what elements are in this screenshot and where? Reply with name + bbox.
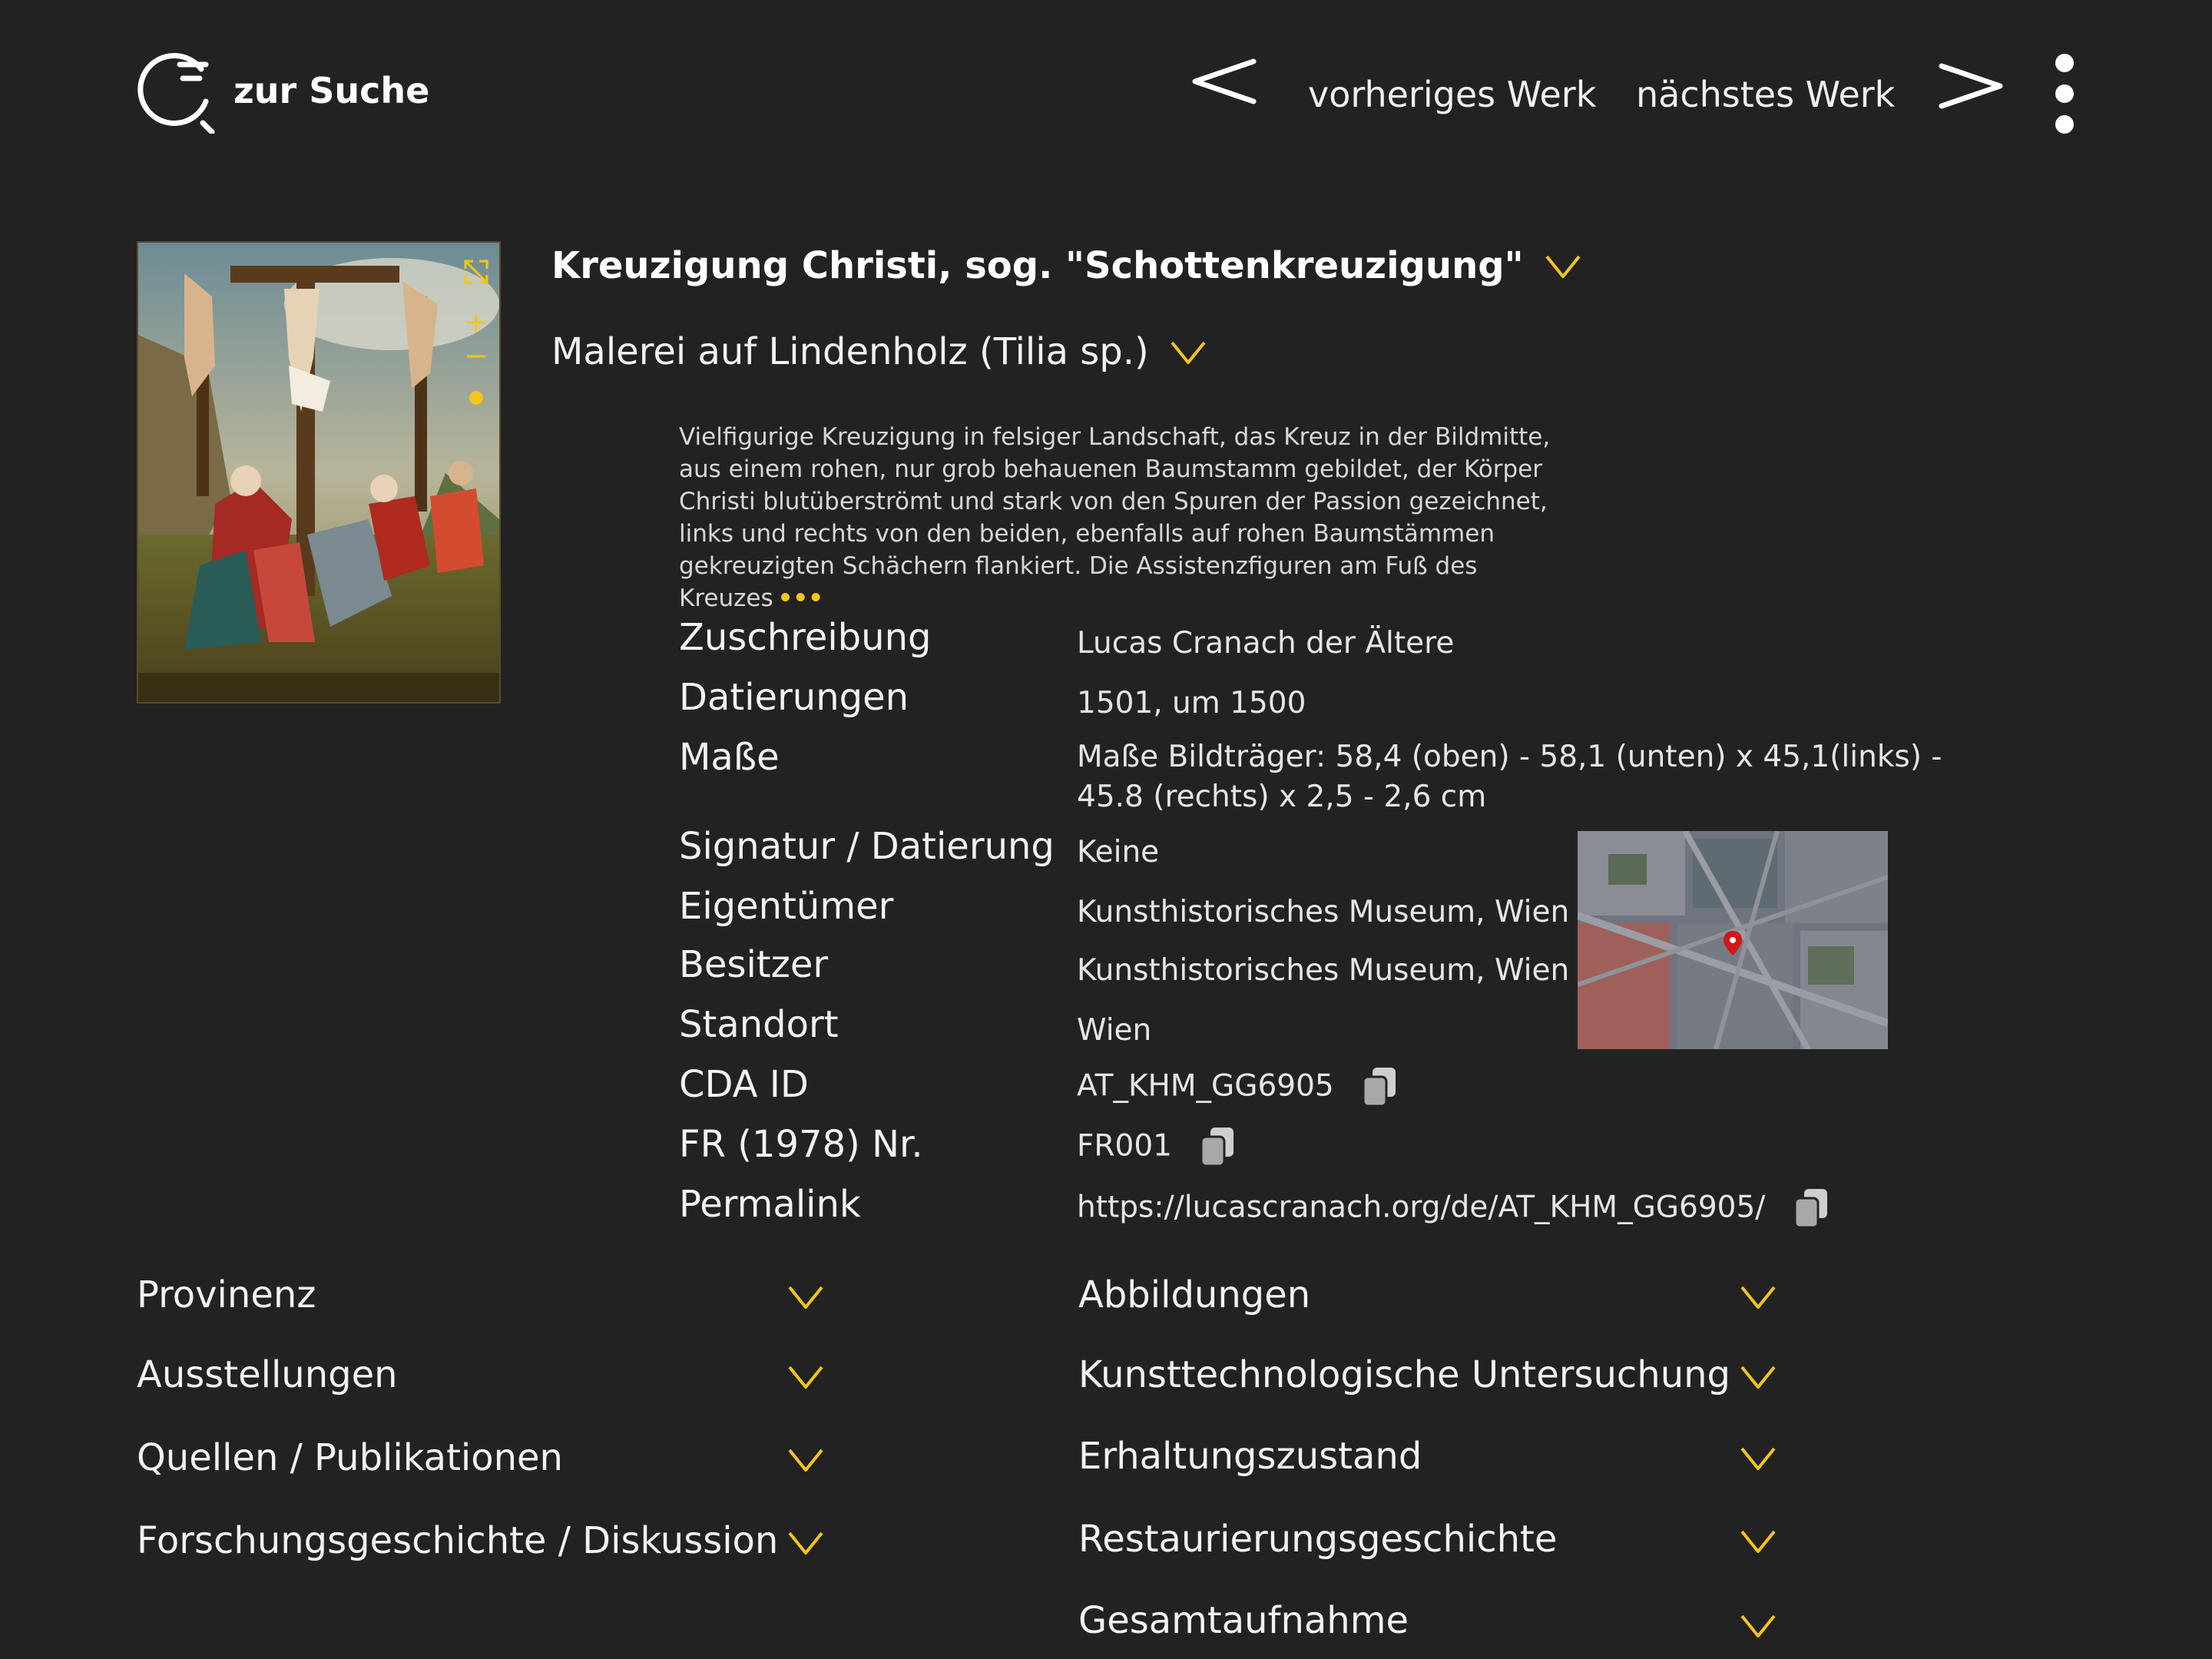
artwork-zoom-controls — [464, 260, 488, 405]
section-illustrations[interactable]: Abbildungen — [1078, 1273, 1310, 1316]
next-work-link[interactable]: nächstes Werk — [1636, 74, 1895, 115]
detail-label-permalink: Permalink — [679, 1183, 861, 1226]
artwork-painting — [138, 243, 499, 702]
search-link-label: zur Suche — [233, 70, 430, 111]
kebab-menu-icon[interactable] — [2049, 51, 2080, 143]
work-title: Kreuzigung Christi, sog. "Schottenkreuzi… — [551, 244, 1524, 287]
chevron-right-icon[interactable] — [1937, 55, 2008, 123]
copy-icon[interactable] — [1792, 1187, 1830, 1230]
permalink-value[interactable]: https://lucascranach.org/de/AT_KHM_GG690… — [1077, 1190, 1765, 1225]
chevron-down-icon[interactable] — [786, 1283, 825, 1310]
detail-value-holder: Kunsthistorisches Museum, Wien — [1077, 953, 1570, 988]
search-icon — [137, 53, 215, 134]
search-back-link[interactable]: zur Suche — [135, 48, 429, 134]
detail-label-dimensions: Maße — [679, 736, 780, 779]
section-sources-publications[interactable]: Quellen / Publikationen — [137, 1436, 563, 1479]
work-description: Vielfigurige Kreuzigung in felsiger Land… — [679, 421, 1585, 614]
location-map[interactable] — [1578, 831, 1888, 1049]
section-exhibitions[interactable]: Ausstellungen — [137, 1353, 398, 1396]
detail-value-dating: 1501, um 1500 — [1077, 686, 1306, 720]
detail-value-owner: Kunsthistorisches Museum, Wien — [1077, 895, 1570, 929]
detail-label-dating: Datierungen — [679, 676, 909, 719]
detail-value-location: Wien — [1077, 1013, 1152, 1048]
section-technical-analysis[interactable]: Kunsttechnologische Untersuchung — [1078, 1353, 1730, 1396]
read-more-button[interactable]: ••• — [778, 584, 823, 612]
zoom-in-icon[interactable] — [467, 313, 485, 332]
detail-value-dimensions: Maße Bildträger: 58,4 (oben) - 58,1 (unt… — [1077, 737, 1942, 817]
detail-label-owner: Eigentümer — [679, 885, 894, 928]
chevron-down-icon[interactable] — [1544, 252, 1582, 280]
cda-id-value: AT_KHM_GG6905 — [1077, 1068, 1334, 1104]
section-restoration-history[interactable]: Restaurierungsgeschichte — [1078, 1518, 1557, 1561]
satellite-map — [1578, 831, 1888, 1049]
section-overall-photo[interactable]: Gesamtaufnahme — [1078, 1599, 1409, 1642]
chevron-down-icon[interactable] — [1739, 1611, 1777, 1639]
copy-icon[interactable] — [1198, 1126, 1237, 1169]
work-material-row[interactable]: Malerei auf Lindenholz (Tilia sp.) — [551, 330, 1207, 373]
chevron-down-icon[interactable] — [1739, 1363, 1777, 1390]
previous-work-link[interactable]: vorheriges Werk — [1308, 74, 1596, 115]
detail-label-cda-id: CDA ID — [679, 1063, 809, 1106]
detail-value-cda-id: AT_KHM_GG6905 — [1077, 1066, 1399, 1109]
chevron-down-icon[interactable] — [786, 1528, 825, 1556]
fr-number-value: FR001 — [1077, 1128, 1172, 1164]
chevron-down-icon[interactable] — [1739, 1527, 1777, 1555]
reset-zoom-icon[interactable] — [469, 391, 483, 405]
work-title-row[interactable]: Kreuzigung Christi, sog. "Schottenkreuzi… — [551, 244, 1582, 287]
work-material: Malerei auf Lindenholz (Tilia sp.) — [551, 330, 1149, 373]
detail-value-fr-number: FR001 — [1077, 1126, 1237, 1169]
dimensions-line-2: 45.8 (rechts) x 2,5 - 2,6 cm — [1077, 780, 1487, 814]
detail-label-fr-number: FR (1978) Nr. — [679, 1123, 923, 1166]
fullscreen-icon[interactable] — [464, 260, 488, 284]
chevron-down-icon[interactable] — [786, 1363, 825, 1390]
detail-value-attribution: Lucas Cranach der Ältere — [1077, 626, 1455, 661]
detail-label-location: Standort — [679, 1003, 839, 1046]
chevron-down-icon[interactable] — [1169, 338, 1207, 366]
detail-label-attribution: Zuschreibung — [679, 616, 932, 659]
chevron-down-icon[interactable] — [1739, 1283, 1777, 1310]
chevron-left-icon[interactable] — [1187, 51, 1258, 118]
section-research-history[interactable]: Forschungsgeschichte / Diskussion — [137, 1519, 778, 1562]
detail-label-signature: Signatur / Datierung — [679, 825, 1055, 868]
section-condition[interactable]: Erhaltungszustand — [1078, 1435, 1422, 1478]
dimensions-line-1: Maße Bildträger: 58,4 (oben) - 58,1 (unt… — [1077, 740, 1942, 774]
chevron-down-icon[interactable] — [1739, 1444, 1777, 1472]
section-provenance[interactable]: Provinenz — [137, 1273, 316, 1316]
artwork-image[interactable] — [137, 241, 501, 704]
detail-label-holder: Besitzer — [679, 943, 829, 986]
chevron-down-icon[interactable] — [786, 1445, 825, 1473]
detail-value-permalink: https://lucascranach.org/de/AT_KHM_GG690… — [1077, 1187, 1830, 1230]
detail-value-signature: Keine — [1077, 835, 1160, 869]
copy-icon[interactable] — [1360, 1066, 1399, 1109]
